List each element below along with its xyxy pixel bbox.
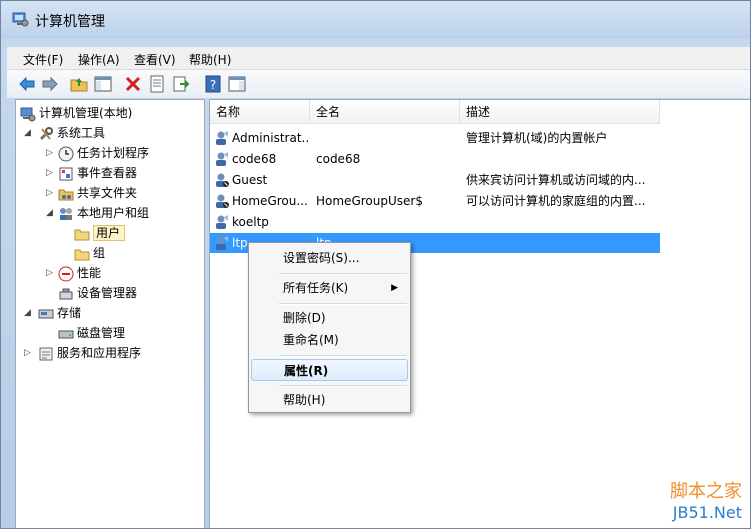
table-row[interactable]: Guest 供来宾访问计算机或访问域的内... <box>210 170 660 190</box>
computer-management-icon <box>11 10 29 28</box>
cell-description: 管理计算机(域)的内置帐户 <box>466 131 608 145</box>
tree-node-event-viewer[interactable]: 事件查看器 <box>58 163 137 183</box>
menu-item-properties[interactable]: 属性(R) <box>251 359 408 381</box>
help-icon[interactable]: ? <box>203 74 223 94</box>
cell-description: 供来宾访问计算机或访问域的内... <box>466 173 646 187</box>
table-row[interactable]: code68 code68 <box>210 149 660 169</box>
column-header-description[interactable]: 描述 <box>460 100 660 124</box>
forward-arrow-icon[interactable] <box>40 74 60 94</box>
menu-item-help[interactable]: 帮助(H) <box>251 389 408 411</box>
tree-node-local-users-groups[interactable]: 本地用户和组 <box>58 203 149 223</box>
user-icon <box>214 214 230 230</box>
device-manager-icon <box>58 286 74 302</box>
folder-icon <box>74 226 90 242</box>
user-icon <box>214 172 230 188</box>
context-menu: 设置密码(S)... 所有任务(K) ▶ 删除(D) 重命名(M) 属性(R) … <box>248 242 411 413</box>
menu-item-delete[interactable]: 删除(D) <box>251 307 408 329</box>
tree-node-device-manager[interactable]: 设备管理器 <box>58 283 137 303</box>
menu-item-set-password[interactable]: 设置密码(S)... <box>251 247 408 269</box>
users-group-icon <box>58 206 74 222</box>
collapsed-triangle-icon[interactable]: ▷ <box>24 343 31 363</box>
tree-node-performance[interactable]: 性能 <box>58 263 101 283</box>
table-row[interactable]: Administrat... 管理计算机(域)的内置帐户 <box>210 128 660 148</box>
computer-management-icon <box>20 106 36 122</box>
show-hide-action-pane-icon[interactable] <box>227 74 247 94</box>
menu-item-rename[interactable]: 重命名(M) <box>251 329 408 351</box>
shared-folder-icon <box>58 186 74 202</box>
tree-node-groups[interactable]: 组 <box>74 243 105 263</box>
menu-separator <box>279 273 407 275</box>
cell-name: koeltp <box>232 215 269 229</box>
tree-node-task-scheduler[interactable]: 任务计划程序 <box>58 143 149 163</box>
cell-name: Guest <box>232 173 268 187</box>
disk-icon <box>58 326 74 342</box>
user-icon <box>214 193 230 209</box>
menu-file[interactable]: 文件(F) <box>23 51 63 68</box>
watermark-line2: JB51.Net <box>672 503 742 522</box>
expanded-triangle-icon[interactable]: ◢ <box>24 303 31 323</box>
collapsed-triangle-icon[interactable]: ▷ <box>46 163 53 183</box>
collapsed-triangle-icon[interactable]: ▷ <box>46 183 53 203</box>
user-icon <box>214 130 230 146</box>
tools-icon <box>38 126 54 142</box>
menu-separator <box>279 385 407 387</box>
tree-node-services-apps[interactable]: 服务和应用程序 <box>38 343 141 363</box>
menu-item-all-tasks[interactable]: 所有任务(K) ▶ <box>251 277 408 299</box>
menu-help[interactable]: 帮助(H) <box>189 51 231 68</box>
cell-name: Administrat... <box>232 131 308 145</box>
svg-text:?: ? <box>210 78 216 92</box>
menu-view[interactable]: 查看(V) <box>134 51 176 68</box>
watermark-line1: 脚本之家 <box>670 481 742 502</box>
tree-node-users[interactable]: 用户 <box>74 223 126 243</box>
storage-icon <box>38 306 54 322</box>
cell-name: HomeGrou... <box>232 194 308 208</box>
tree-node-disk-management[interactable]: 磁盘管理 <box>58 323 125 343</box>
user-icon <box>214 235 230 251</box>
computer-management-window: 计算机管理 文件(F) 操作(A) 查看(V) 帮助(H) ? 计算机管理(本地… <box>0 0 751 529</box>
up-folder-icon[interactable] <box>69 74 89 94</box>
table-row[interactable]: koeltp <box>210 212 660 232</box>
submenu-arrow-icon: ▶ <box>391 283 398 293</box>
show-hide-tree-icon[interactable] <box>93 74 113 94</box>
back-arrow-icon[interactable] <box>17 74 37 94</box>
export-icon[interactable] <box>171 74 191 94</box>
collapsed-triangle-icon[interactable]: ▷ <box>46 263 53 283</box>
cell-fullname: HomeGroupUser$ <box>316 194 423 208</box>
menu-separator <box>279 355 407 357</box>
menu-separator <box>279 303 407 305</box>
expanded-triangle-icon[interactable]: ◢ <box>46 203 53 223</box>
title-bar[interactable]: 计算机管理 <box>1 1 750 39</box>
toolbar: ? <box>7 70 750 99</box>
clock-icon <box>58 146 74 162</box>
menu-bar: 文件(F) 操作(A) 查看(V) 帮助(H) <box>7 47 750 70</box>
expanded-triangle-icon[interactable]: ◢ <box>24 123 31 143</box>
cell-name: code68 <box>232 152 277 166</box>
cell-description: 可以访问计算机的家庭组的内置... <box>466 194 646 208</box>
collapsed-triangle-icon[interactable]: ▷ <box>46 143 53 163</box>
console-tree: 计算机管理(本地) ◢ 系统工具 ▷ 任务计划程序 ▷ 事件查看器 ▷ 共享文件… <box>15 99 205 528</box>
properties-icon[interactable] <box>147 74 167 94</box>
cell-fullname: code68 <box>316 152 361 166</box>
column-header-name[interactable]: 名称 <box>210 100 310 124</box>
event-viewer-icon <box>58 166 74 182</box>
watermark: 脚本之家 JB51.Net <box>670 477 742 522</box>
user-icon <box>214 151 230 167</box>
window-title: 计算机管理 <box>35 14 105 30</box>
menu-item-label: 所有任务(K) <box>283 281 349 295</box>
column-header-fullname[interactable]: 全名 <box>310 100 460 124</box>
tree-node-storage[interactable]: 存储 <box>38 303 81 323</box>
tree-node-shared-folders[interactable]: 共享文件夹 <box>58 183 137 203</box>
menu-action[interactable]: 操作(A) <box>78 51 120 68</box>
tree-node-root[interactable]: 计算机管理(本地) <box>20 103 132 123</box>
table-row[interactable]: HomeGrou... HomeGroupUser$ 可以访问计算机的家庭组的内… <box>210 191 660 211</box>
folder-icon <box>74 246 90 262</box>
performance-icon <box>58 266 74 282</box>
delete-icon[interactable] <box>123 74 143 94</box>
services-icon <box>38 346 54 362</box>
tree-node-system-tools[interactable]: 系统工具 <box>38 123 105 143</box>
